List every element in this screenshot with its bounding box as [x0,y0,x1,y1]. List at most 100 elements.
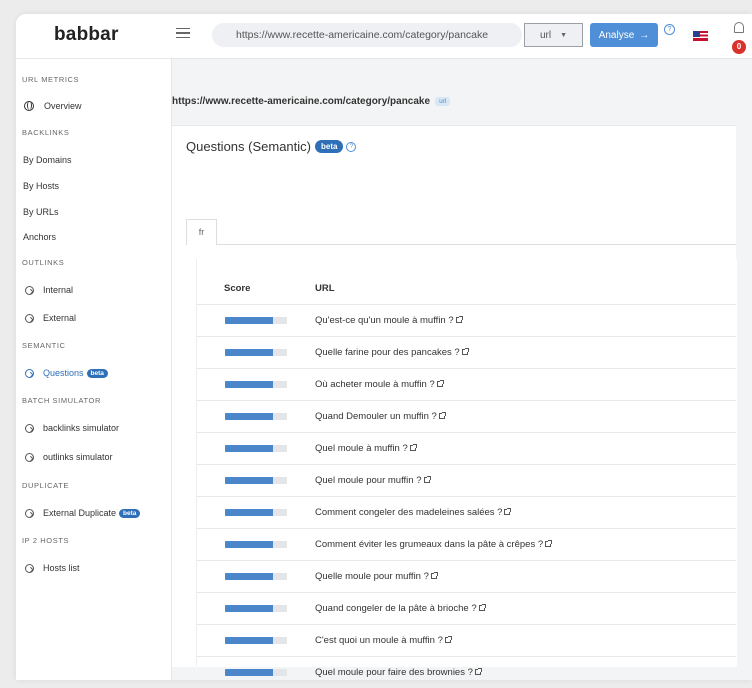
sidebar-item-overview[interactable]: Overview [24,101,82,111]
sidebar-item-outlinks-simulator[interactable]: outlinks simulator [25,452,113,462]
question-link[interactable]: C'est quoi un moule à muffin ? [315,635,452,646]
sidebar-item-by-urls[interactable]: By URLs [23,207,59,217]
sidebar-item-external-duplicate[interactable]: External Duplicate beta [25,508,141,518]
type-select-value: url [540,29,552,41]
question-link[interactable]: Quel moule pour faire des brownies ? [315,667,482,678]
page-url: https://www.recette-americaine.com/categ… [172,96,451,107]
sidebar-item-label: Overview [44,101,82,111]
question-text: Quelle farine pour des pancakes ? [315,347,460,358]
question-link[interactable]: Quel moule à muffin ? [315,443,417,454]
external-link-icon[interactable] [461,348,469,355]
analyse-button[interactable]: Analyse → [590,23,658,47]
url-input[interactable] [212,23,522,47]
score-fill [225,669,274,676]
question-link[interactable]: Comment congeler des madeleines salées ? [315,507,512,518]
question-text: Quand Demouler un muffin ? [315,411,437,422]
score-fill [225,381,274,388]
score-bar [225,509,287,516]
sidebar-item-label: Anchors [23,232,57,242]
sidebar-item-label: outlinks simulator [43,452,113,462]
external-link-icon[interactable] [438,412,446,419]
menu-icon[interactable] [176,26,190,40]
card-title-text: Questions (Semantic) [186,139,311,154]
sidebar-section-outlinks: OUTLINKS [22,258,65,267]
sidebar-item-hosts-list[interactable]: Hosts list [25,563,80,573]
column-header-url[interactable]: URL [315,283,335,294]
score-fill [225,445,274,452]
analyse-label: Analyse [598,29,635,41]
question-text: Qu'est-ce qu'un moule à muffin ? [315,315,454,326]
chevron-circle-icon [25,285,34,295]
question-link[interactable]: Quelle farine pour des pancakes ? [315,347,469,358]
external-link-icon[interactable] [545,540,553,547]
score-fill [225,509,274,516]
score-fill [225,605,274,612]
sidebar-item-external[interactable]: External [25,313,76,323]
help-icon[interactable]: ? [346,141,357,152]
chevron-circle-icon [25,508,34,518]
tab-fr[interactable]: fr [186,219,217,245]
us-flag-icon[interactable] [693,31,708,41]
score-fill [225,317,274,324]
score-bar [225,669,287,676]
question-link[interactable]: Qu'est-ce qu'un moule à muffin ? [315,315,463,326]
top-bar: babbar url ▼ Analyse → ? 0 [16,14,752,59]
external-link-icon[interactable] [423,476,431,483]
score-fill [225,573,274,580]
help-icon[interactable]: ? [664,24,675,35]
sidebar-item-questions[interactable]: Questions beta [25,368,108,378]
external-link-icon[interactable] [455,316,463,323]
sidebar-item-label: Internal [43,285,74,295]
external-link-icon[interactable] [474,668,482,675]
sidebar-item-label: External Duplicate [43,508,117,518]
score-bar [225,477,287,484]
chevron-circle-icon [25,423,34,433]
sidebar-item-label: By Domains [23,155,72,165]
score-bar [225,541,287,548]
question-text: Comment éviter les grumeaux dans la pâte… [315,539,544,550]
globe-icon [24,101,34,111]
score-fill [225,541,274,548]
bell-icon[interactable] [734,22,744,33]
sidebar-section-backlinks: BACKLINKS [22,128,70,137]
logo[interactable]: babbar [54,24,119,46]
question-link[interactable]: Quand congeler de la pâte à brioche ? [315,603,486,614]
sidebar-section-semantic: SEMANTIC [22,341,66,350]
sidebar-item-internal[interactable]: Internal [25,285,73,295]
external-link-icon[interactable] [444,636,452,643]
question-link[interactable]: Quel moule pour muffin ? [315,475,431,486]
score-bar [225,445,287,452]
score-bar [225,381,287,388]
external-link-icon[interactable] [504,508,512,515]
sidebar-section-ip-2-hosts: IP 2 HOSTS [22,536,70,545]
external-link-icon[interactable] [478,604,486,611]
question-link[interactable]: Comment éviter les grumeaux dans la pâte… [315,539,553,550]
score-fill [225,413,274,420]
card-title: Questions (Semantic) beta ? [186,139,357,154]
score-bar [225,317,287,324]
sidebar-item-anchors[interactable]: Anchors [23,232,56,242]
sidebar-item-backlinks-simulator[interactable]: backlinks simulator [25,423,119,433]
question-link[interactable]: Où acheter moule à muffin ? [315,379,444,390]
question-text: Quelle moule pour muffin ? [315,571,429,582]
column-header-score[interactable]: Score [224,283,250,294]
arrow-right-icon: → [639,29,650,41]
sidebar-item-by-domains[interactable]: By Domains [23,155,72,165]
question-link[interactable]: Quand Demouler un muffin ? [315,411,446,422]
question-text: Quel moule pour faire des brownies ? [315,667,473,678]
type-select[interactable]: url ▼ [524,23,583,47]
sidebar-item-by-hosts[interactable]: By Hosts [23,181,59,191]
beta-badge: beta [119,508,141,518]
chevron-circle-icon [25,563,34,573]
sidebar-section-duplicate: DUPLICATE [22,481,69,490]
external-link-icon[interactable] [436,380,444,387]
external-link-icon[interactable] [409,444,417,451]
score-bar [225,573,287,580]
notification-badge: 0 [732,40,746,54]
sidebar-section-url-metrics: URL METRICS [22,75,80,84]
question-link[interactable]: Quelle moule pour muffin ? [315,571,438,582]
beta-badge: beta [86,368,108,378]
sidebar-section-batch-simulator: BATCH SIMULATOR [22,396,102,405]
external-link-icon[interactable] [430,572,438,579]
beta-badge: beta [315,140,344,153]
